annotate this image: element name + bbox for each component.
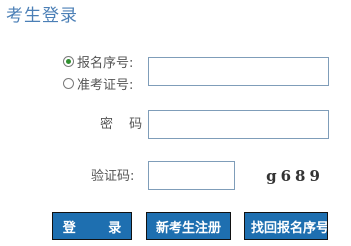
username-input[interactable]: [148, 57, 329, 86]
captcha-label: 验证码:: [91, 169, 135, 184]
captcha-image[interactable]: g689: [262, 165, 328, 187]
radio-registration-number-label: 报名序号:: [77, 55, 134, 71]
register-button[interactable]: 新考生注册: [146, 212, 231, 240]
radio-checked-icon[interactable]: [63, 55, 74, 67]
radio-admission-ticket-number-label: 准考证号:: [77, 77, 134, 93]
password-input[interactable]: [148, 110, 329, 139]
captcha-input[interactable]: [148, 161, 235, 190]
retrieve-registration-number-button[interactable]: 找回报名序号: [244, 212, 328, 240]
radio-unchecked-icon[interactable]: [63, 77, 74, 89]
page-title: 考生登录: [6, 6, 78, 26]
login-button[interactable]: 登 录: [52, 212, 132, 240]
radio-registration-number[interactable]: 报名序号:: [63, 53, 134, 71]
radio-admission-ticket-number[interactable]: 准考证号:: [63, 75, 134, 93]
